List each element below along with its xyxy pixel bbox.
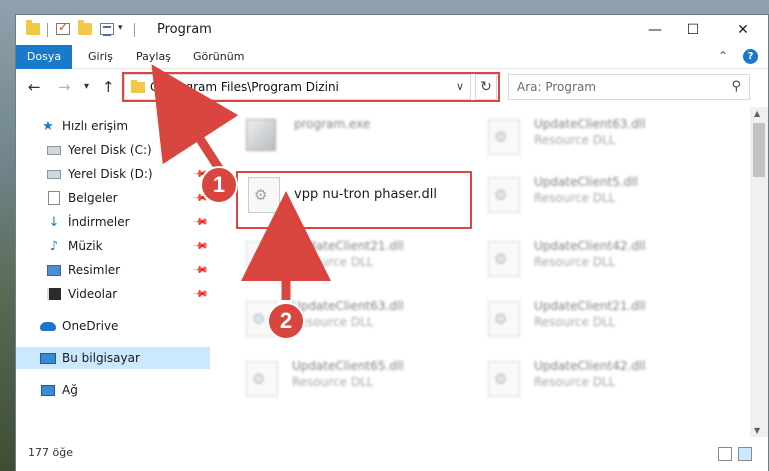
callout-1: 1 bbox=[200, 166, 238, 204]
callout-arrows bbox=[151, 64, 331, 300]
arrow-1 bbox=[151, 64, 239, 179]
callout-2: 2 bbox=[267, 302, 305, 340]
